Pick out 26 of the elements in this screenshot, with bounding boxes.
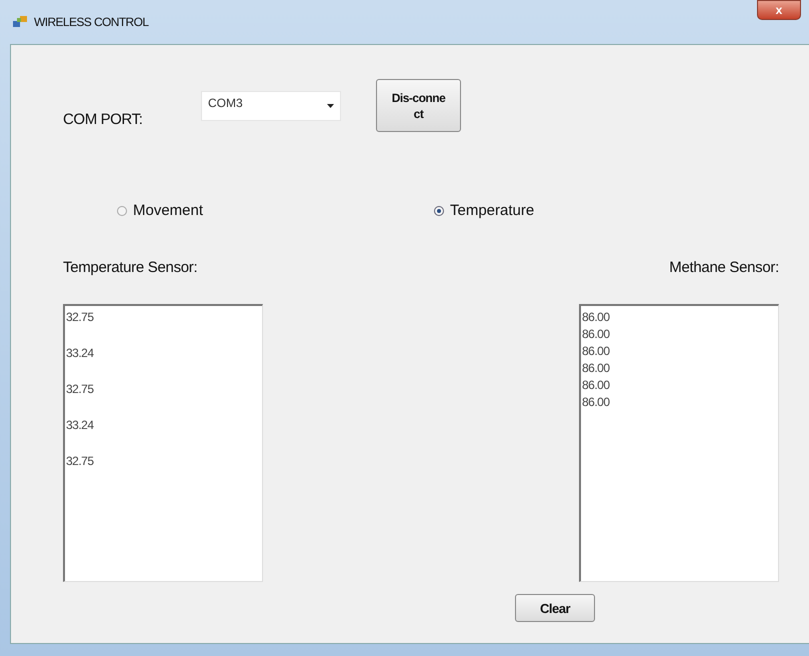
app-icon bbox=[12, 15, 28, 29]
list-item[interactable]: 33.24 bbox=[66, 417, 262, 433]
list-item[interactable]: 33.24 bbox=[66, 345, 262, 361]
radio-circle-icon[interactable] bbox=[434, 206, 444, 216]
mode-radio[interactable]: Temperature bbox=[434, 202, 534, 219]
mode-radio[interactable]: Movement bbox=[117, 202, 434, 219]
list-item[interactable]: 86.00 bbox=[582, 394, 778, 410]
list-item[interactable]: 86.00 bbox=[582, 360, 778, 376]
com-port-label: COM PORT: bbox=[63, 111, 144, 128]
list-item[interactable]: 86.00 bbox=[582, 326, 778, 342]
list-item[interactable]: 32.75 bbox=[66, 309, 262, 325]
window-title: WIRELESS CONTROL bbox=[34, 15, 148, 29]
disconnect-button[interactable]: Dis-connect bbox=[376, 79, 461, 132]
list-item[interactable]: 32.75 bbox=[66, 453, 262, 469]
list-item[interactable]: 86.00 bbox=[582, 343, 778, 359]
list-item[interactable]: 32.75 bbox=[66, 381, 262, 397]
readings-list[interactable]: 32.75 33.24 32.75 33.24 32.75 bbox=[63, 304, 263, 582]
list-item[interactable]: 86.00 bbox=[582, 309, 778, 325]
caret-icon[interactable] bbox=[327, 104, 334, 108]
readings-list[interactable]: 86.00 86.00 86.00 86.00 86.00 86.00 bbox=[579, 304, 779, 582]
list-item[interactable]: 86.00 bbox=[582, 377, 778, 393]
radio-circle-icon[interactable] bbox=[117, 206, 127, 216]
com-port-dropdown[interactable]: COM3 bbox=[201, 91, 341, 121]
list-title: Temperature Sensor: bbox=[63, 259, 198, 276]
clear-button[interactable]: Clear bbox=[515, 594, 595, 622]
list-title: Methane Sensor: bbox=[669, 259, 779, 276]
